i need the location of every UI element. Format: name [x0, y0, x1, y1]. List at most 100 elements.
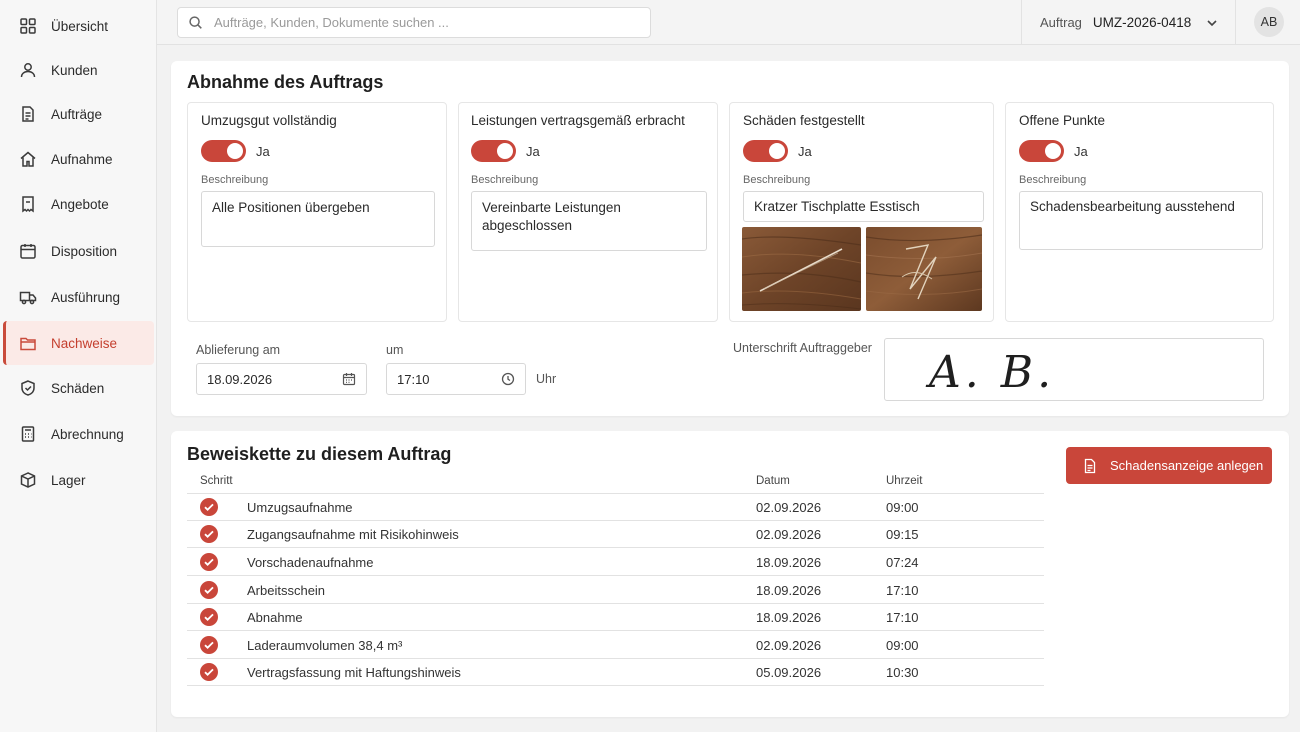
column-header-step: Schritt — [200, 475, 233, 487]
row-date: 02.09.2026 — [756, 500, 822, 515]
check-circle-icon — [200, 498, 218, 516]
delivery-date-field[interactable]: 18.09.2026 — [196, 363, 367, 395]
home-icon — [19, 150, 37, 168]
card-title: Leistungen vertragsgemäß erbracht — [471, 113, 685, 128]
folder-icon — [19, 334, 37, 352]
sidebar-item-lager[interactable]: Lager — [3, 458, 154, 502]
order-selector[interactable]: Auftrag UMZ-2026-0418 — [1021, 0, 1236, 45]
damage-photo[interactable] — [742, 227, 861, 311]
sidebar-item-label: Aufnahme — [51, 151, 113, 167]
description-field[interactable]: Alle Positionen übergeben — [201, 191, 435, 247]
row-divider — [187, 547, 1044, 548]
sidebar-item-abrechnung[interactable]: Abrechnung — [3, 412, 154, 456]
box-icon — [19, 471, 37, 489]
table-row[interactable]: Zugangsaufnahme mit Risikohinweis 02.09.2… — [187, 521, 1044, 548]
row-time: 09:15 — [886, 527, 919, 542]
column-header-time: Uhrzeit — [886, 475, 923, 487]
sidebar-item-label: Disposition — [51, 243, 118, 259]
sidebar-item-label: Lager — [51, 472, 86, 488]
table-row[interactable]: Vertragsfassung mit Haftungshinweis 05.09… — [187, 659, 1044, 686]
top-bar: Auftrag UMZ-2026-0418 AB — [157, 0, 1300, 45]
truck-icon — [19, 288, 37, 306]
check-circle-icon — [200, 608, 218, 626]
row-time: 07:24 — [886, 555, 919, 570]
description-field[interactable]: Kratzer Tischplatte Esstisch — [743, 191, 984, 222]
calculator-icon — [19, 425, 37, 443]
shield-icon — [19, 379, 37, 397]
search-icon — [189, 16, 202, 29]
search-input[interactable] — [214, 15, 634, 30]
document-icon — [1084, 458, 1096, 473]
chevron-down-icon — [1207, 19, 1217, 26]
description-field[interactable]: Schadensbearbeitung ausstehend — [1019, 191, 1263, 250]
check-circle-icon — [200, 663, 218, 681]
table-row[interactable]: Laderaumvolumen 38,4 m³ 02.09.2026 09:00 — [187, 632, 1044, 659]
sidebar-item-auftraege[interactable]: Aufträge — [3, 92, 154, 136]
toggle-switch[interactable] — [1019, 140, 1064, 162]
order-selector-label: Auftrag — [1040, 15, 1082, 30]
acceptance-card-services: Leistungen vertragsgemäß erbracht Ja Bes… — [458, 102, 718, 322]
sidebar-item-label: Aufträge — [51, 106, 103, 122]
row-step: Arbeitsschein — [247, 583, 326, 598]
signature-field[interactable]: A. B. — [884, 338, 1264, 401]
acceptance-card-goods: Umzugsgut vollständig Ja Beschreibung Al… — [187, 102, 447, 322]
toggle-switch[interactable] — [201, 140, 246, 162]
card-title: Schäden festgestellt — [743, 113, 865, 128]
sidebar-item-aufnahme[interactable]: Aufnahme — [3, 137, 154, 181]
delivery-date-value: 18.09.2026 — [207, 371, 273, 387]
sidebar-item-label: Ausführung — [51, 289, 121, 305]
description-field[interactable]: Vereinbarte Leistungen abgeschlossen — [471, 191, 707, 251]
signature-drawing: A. B. — [925, 347, 1055, 398]
row-date: 05.09.2026 — [756, 665, 822, 680]
row-date: 18.09.2026 — [756, 583, 822, 598]
evidence-title: Beweiskette zu diesem Auftrag — [187, 444, 452, 464]
user-icon — [19, 61, 37, 79]
avatar[interactable]: AB — [1254, 7, 1284, 37]
sidebar-item-ausfuehrung[interactable]: Ausführung — [3, 275, 154, 319]
order-selector-value: UMZ-2026-0418 — [1092, 15, 1192, 30]
row-step: Zugangsaufnahme mit Risikohinweis — [247, 527, 459, 542]
calendar-icon[interactable] — [342, 372, 356, 386]
clock-icon[interactable] — [501, 372, 515, 386]
card-title: Offene Punkte — [1019, 113, 1106, 128]
check-circle-icon — [200, 553, 218, 571]
acceptance-title: Abnahme des Auftrags — [187, 72, 384, 92]
check-circle-icon — [200, 636, 218, 654]
sidebar-item-uebersicht[interactable]: Übersicht — [3, 4, 154, 48]
sidebar-item-label: Übersicht — [51, 18, 109, 34]
create-damage-report-label: Schadensanzeige anlegen — [1110, 458, 1264, 473]
search-box[interactable] — [177, 7, 651, 38]
table-row[interactable]: Arbeitsschein 18.09.2026 17:10 — [187, 577, 1044, 604]
row-step: Umzugsaufnahme — [247, 500, 353, 515]
sidebar: Übersicht Kunden Aufträge Aufnahme Angeb… — [0, 0, 157, 732]
card-title: Umzugsgut vollständig — [201, 113, 337, 128]
acceptance-card-open-points: Offene Punkte Ja Beschreibung Schadensbe… — [1005, 102, 1274, 322]
sidebar-item-schaeden[interactable]: Schäden — [3, 366, 154, 410]
row-time: 17:10 — [886, 583, 919, 598]
table-row[interactable]: Umzugsaufnahme 02.09.2026 09:00 — [187, 494, 1044, 521]
table-row[interactable]: Abnahme 18.09.2026 17:10 — [187, 604, 1044, 631]
signature-text: A. B. — [925, 347, 1055, 398]
damage-photo[interactable] — [866, 227, 982, 311]
sidebar-item-disposition[interactable]: Disposition — [3, 229, 154, 273]
sidebar-item-kunden[interactable]: Kunden — [3, 48, 154, 92]
sidebar-item-angebote[interactable]: Angebote — [3, 182, 154, 226]
delivery-time-label: um — [386, 343, 404, 357]
toggle-switch[interactable] — [471, 140, 516, 162]
create-damage-report-button[interactable]: Schadensanzeige anlegen — [1066, 447, 1272, 484]
row-time: 17:10 — [886, 610, 919, 625]
sidebar-item-label: Angebote — [51, 196, 109, 212]
table-row[interactable]: Vorschadenaufnahme 18.09.2026 07:24 — [187, 549, 1044, 576]
toggle-label: Ja — [798, 144, 812, 159]
row-date: 18.09.2026 — [756, 555, 822, 570]
sidebar-item-label: Schäden — [51, 380, 105, 396]
delivery-time-field[interactable]: 17:10 — [386, 363, 526, 395]
calendar-icon — [19, 242, 37, 260]
row-time: 09:00 — [886, 500, 919, 515]
column-header-date: Datum — [756, 475, 790, 487]
row-step: Laderaumvolumen 38,4 m³ — [247, 638, 403, 653]
toggle-switch[interactable] — [743, 140, 788, 162]
grid-icon — [19, 17, 37, 35]
row-step: Abnahme — [247, 610, 303, 625]
sidebar-item-nachweise[interactable]: Nachweise — [3, 321, 154, 365]
